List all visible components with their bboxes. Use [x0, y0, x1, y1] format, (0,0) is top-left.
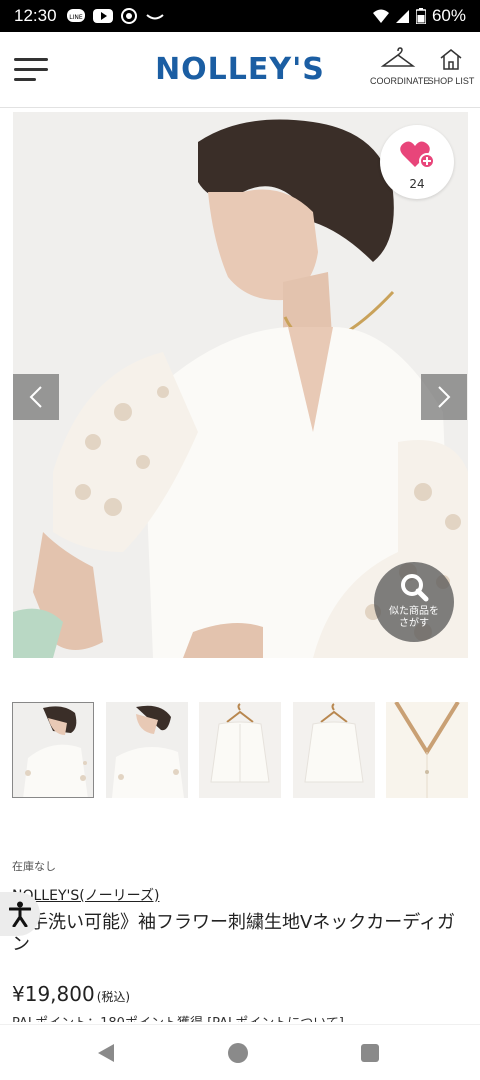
stock-status: 在庫なし	[12, 860, 56, 873]
next-image-button[interactable]	[421, 374, 467, 420]
similar-items-button[interactable]: 似た商品を さがす	[374, 562, 454, 642]
home-icon[interactable]	[228, 1043, 248, 1063]
accessibility-icon	[9, 901, 31, 927]
shop-icon	[440, 49, 462, 70]
thumbnail-1[interactable]	[12, 702, 94, 798]
product-title: 《手洗い可能》袖フラワー刺繍生地Vネックカーディガン	[12, 912, 456, 955]
wifi-icon	[372, 9, 389, 23]
svg-text:LINE: LINE	[69, 14, 83, 21]
thumbnail-2[interactable]	[105, 702, 188, 798]
back-icon[interactable]	[96, 1043, 116, 1063]
weather-icon	[145, 14, 164, 20]
status-bar: 12:30 LINE 60%	[0, 0, 480, 32]
site-header: NOLLEY'S COORDINATE SHOP LIST	[0, 32, 480, 108]
notification-icons: LINE	[66, 8, 165, 24]
signal-icon	[395, 10, 409, 23]
coordinate-label: COORDINATE	[370, 76, 430, 86]
system-nav-bar	[0, 1024, 480, 1080]
price-value: ¥19,800	[12, 982, 95, 1006]
shop-list-label: SHOP LIST	[427, 76, 475, 86]
shop-list-button[interactable]: SHOP LIST	[426, 46, 476, 86]
favorite-count: 24	[409, 177, 425, 191]
coordinate-button[interactable]: COORDINATE	[370, 46, 430, 86]
hanger-icon	[380, 47, 416, 67]
chrome-icon	[120, 8, 137, 24]
similar-items-label-2: さがす	[399, 618, 429, 629]
battery-level: 60%	[431, 6, 466, 25]
tax-label: (税込)	[96, 990, 131, 1004]
recent-apps-icon[interactable]	[361, 1044, 379, 1062]
status-time: 12:30	[14, 6, 57, 25]
line-icon: LINE	[66, 9, 85, 22]
system-indicators: 60%	[372, 6, 466, 26]
thumbnail-5[interactable]	[386, 702, 468, 798]
youtube-icon	[92, 9, 113, 23]
favorite-button[interactable]: 24	[380, 125, 454, 199]
prev-image-button[interactable]	[13, 374, 59, 420]
points-info[interactable]: PALポイント：180ポイント獲得 [PALポイントについて]	[12, 1012, 344, 1022]
similar-items-label: 似た商品を	[389, 606, 439, 617]
product-price: ¥19,800 (税込)	[12, 982, 130, 1006]
heart-plus-icon	[400, 141, 435, 169]
search-icon	[401, 574, 429, 602]
battery-icon	[415, 8, 426, 24]
chevron-right-icon	[438, 386, 451, 408]
thumbnail-4[interactable]	[292, 702, 375, 798]
thumbnail-3[interactable]	[199, 702, 281, 798]
thumbnail-strip	[12, 702, 468, 800]
chevron-left-icon	[29, 386, 42, 408]
